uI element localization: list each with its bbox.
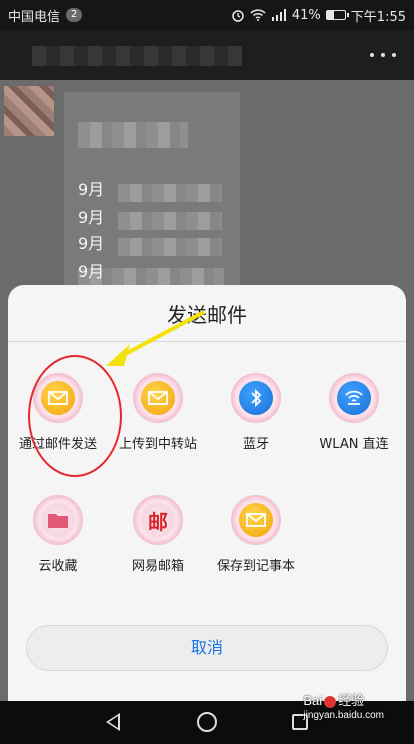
cancel-button[interactable]: 取消 [26,625,388,671]
blurred-chat-title [32,46,242,66]
avatar [4,86,54,136]
wifi-direct-icon [329,373,379,423]
blurred-text [78,122,188,148]
share-option-label: 网易邮箱 [131,559,184,574]
envelope-icon [231,495,281,545]
highlight-circle [28,355,122,477]
netease-glyph: 邮 [148,509,168,534]
share-option-label: 云收藏 [38,559,78,574]
message-line: 9月 [78,262,105,281]
share-option-label: 保存到记事本 [216,559,295,574]
pointer-arrow [106,310,205,366]
status-bar: 中国电信 2 41% 下午1:55 [0,0,414,30]
message-line: 9月 [78,180,105,199]
bluetooth-icon [231,373,281,423]
blurred-text [118,238,222,256]
folder-icon [33,495,83,545]
share-option-cloud-favorites[interactable]: 云收藏 [8,495,108,574]
battery-percent: 41% [291,7,321,23]
message-line: 9月 [78,234,105,253]
watermark-domain: jingyan.baidu.com [303,710,384,721]
watermark-brand-left: Bai [303,693,323,708]
home-icon[interactable] [197,712,217,732]
share-option-wlan-direct[interactable]: WLAN 直连 [304,373,404,452]
paw-icon [324,695,337,708]
blurred-text [118,184,222,202]
share-option-label: 上传到中转站 [118,437,197,452]
watermark-brand-right: 经验 [338,693,365,708]
notification-badge: 2 [66,8,83,22]
netease-mail-icon: 邮 [133,495,183,545]
share-option-netease-mail[interactable]: 邮 网易邮箱 [108,495,208,574]
battery-icon [325,10,349,20]
wifi-icon [250,9,266,21]
chat-title-bar [0,30,414,80]
share-option-bluetooth[interactable]: 蓝牙 [206,373,306,452]
share-option-label: 蓝牙 [242,437,269,452]
share-option-save-to-notepad[interactable]: 保存到记事本 [206,495,306,574]
envelope-icon [133,373,183,423]
clock-time: 下午1:55 [350,9,406,25]
signal-icon [271,9,287,21]
message-line: 9月 [78,208,105,227]
blurred-text [118,212,222,230]
more-options-icon[interactable] [370,44,396,66]
alarm-icon [231,8,245,22]
back-icon[interactable] [106,713,120,731]
share-option-label: WLAN 直连 [319,437,389,452]
watermark: Bai 经验 jingyan.baidu.com [303,690,384,721]
share-option-transfer-station[interactable]: 上传到中转站 [108,373,208,452]
carrier-name: 中国电信 [8,9,61,25]
